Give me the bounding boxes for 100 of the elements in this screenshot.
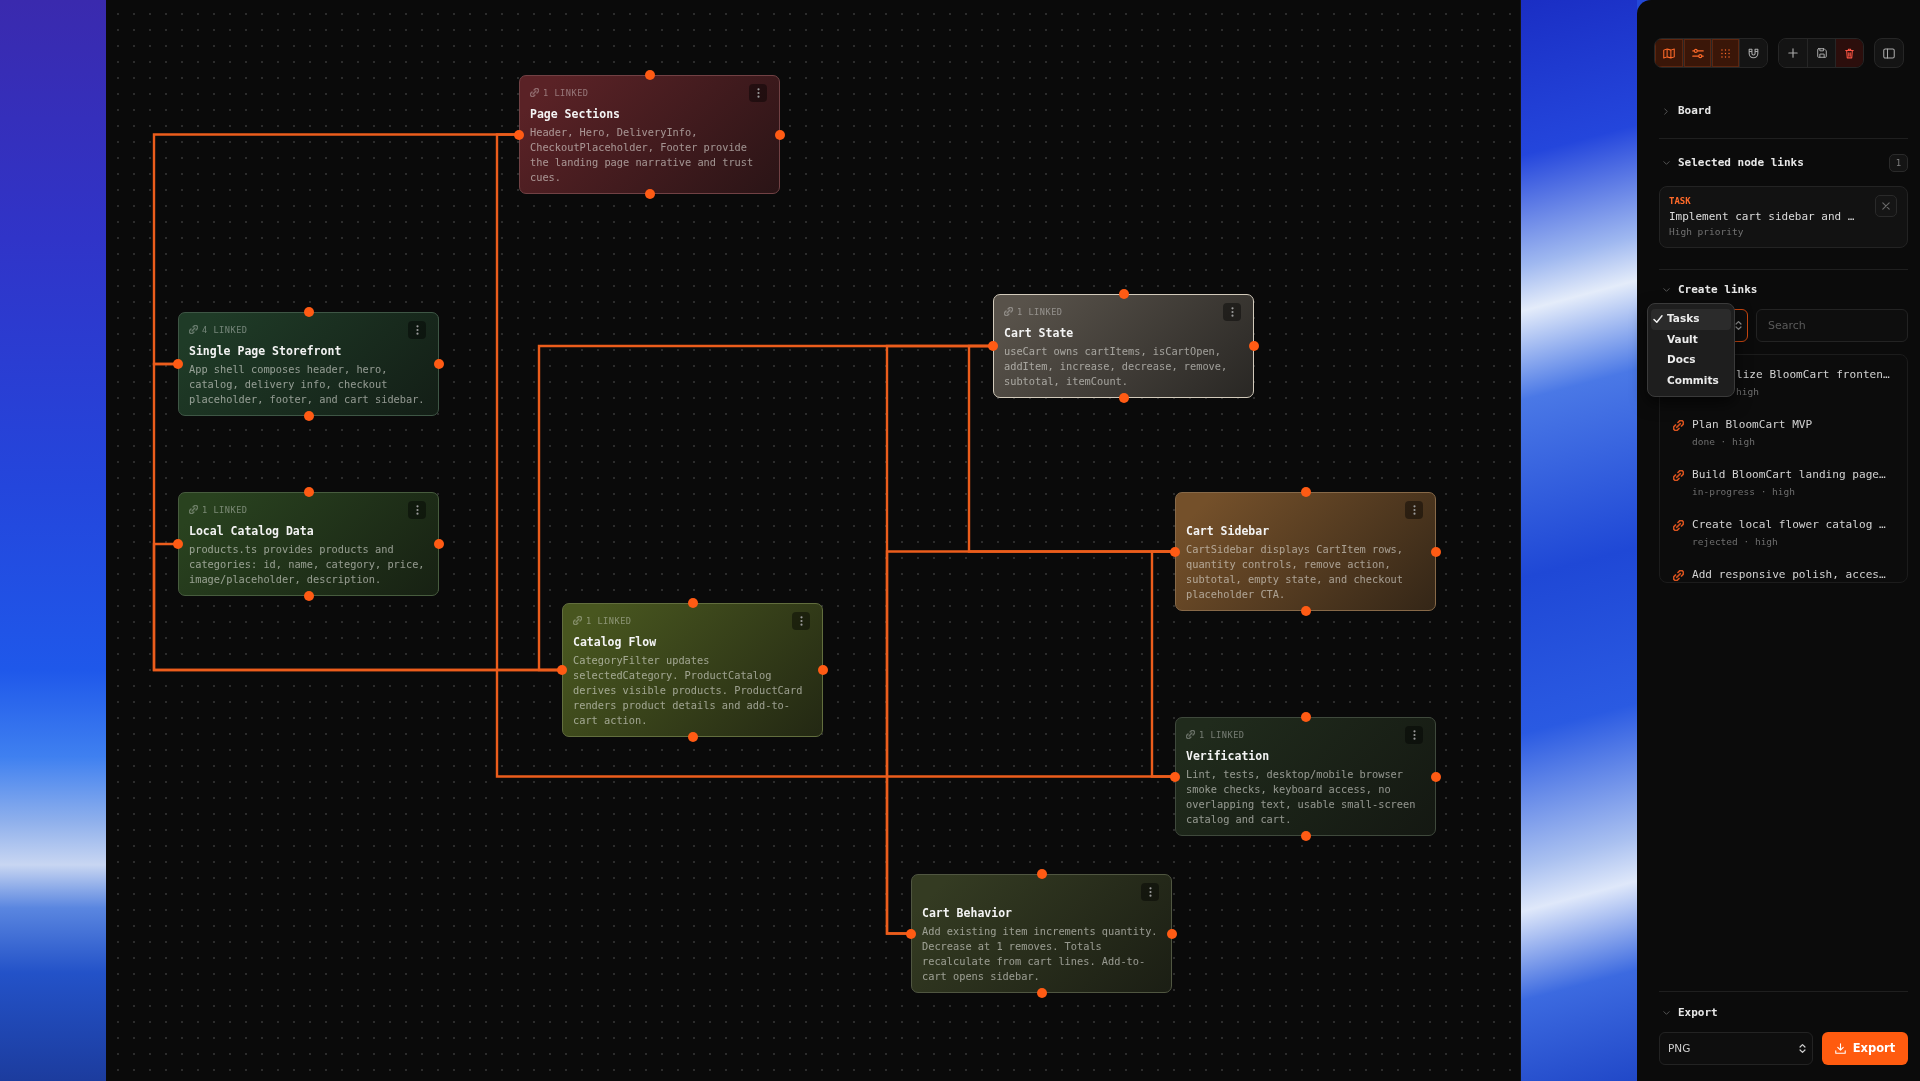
menu-option[interactable]: Commits: [1651, 370, 1731, 391]
result-link[interactable]: Plan BloomCart MVP: [1692, 417, 1813, 433]
result-meta: rejected · high: [1692, 535, 1779, 549]
link-icon: [1673, 520, 1684, 531]
section-header[interactable]: Selected node links: [1659, 153, 1804, 173]
handle-dot-icon[interactable]: [1036, 869, 1047, 879]
menu-option[interactable]: Tasks: [1651, 309, 1731, 330]
handle-dot-icon[interactable]: [514, 129, 524, 140]
node-title: Verification: [1186, 748, 1271, 764]
node-title: Page Sections: [530, 106, 621, 122]
node-menu-button[interactable]: [792, 612, 810, 630]
result-link[interactable]: Build BloomCart landing page…: [1692, 467, 1886, 483]
link-icon: [573, 616, 582, 626]
handle-dot-icon[interactable]: [1249, 341, 1259, 351]
more-icon: [799, 616, 803, 626]
close-icon: [1882, 202, 1890, 210]
linked-count: 1 LINKED: [586, 614, 632, 628]
menu-option[interactable]: Vault: [1651, 329, 1731, 350]
section-header[interactable]: Board: [1659, 101, 1712, 121]
link-icon: [530, 88, 539, 98]
more-icon: [756, 88, 760, 98]
handle-dot-icon[interactable]: [173, 359, 183, 369]
result-link[interactable]: Create local flower catalog …: [1692, 517, 1886, 533]
handle-dot-icon[interactable]: [1167, 928, 1177, 939]
linked-count: 1 LINKED: [543, 86, 589, 100]
handle-dot-icon[interactable]: [557, 665, 567, 675]
node-menu-button[interactable]: [408, 501, 426, 519]
more-icon: [1148, 887, 1152, 897]
handle-dot-icon[interactable]: [1300, 831, 1311, 841]
handle-dot-icon[interactable]: [1300, 712, 1311, 722]
more-icon: [415, 505, 419, 515]
handle-dot-icon[interactable]: [173, 539, 183, 549]
node-description: useCart owns cartItems, isCartOpen, addItem, increase, decrease, remove, subtotal, itemCount.: [1004, 344, 1229, 389]
grid-toggle-button[interactable]: [1711, 39, 1739, 67]
handle-dot-icon[interactable]: [818, 665, 828, 675]
link-icon: [1673, 570, 1684, 581]
node-title: Catalog Flow: [573, 634, 658, 650]
handle-dot-icon[interactable]: [1431, 546, 1441, 557]
handle-dot-icon[interactable]: [1036, 988, 1047, 998]
more-icon: [1412, 730, 1416, 740]
delete-button[interactable]: [1835, 39, 1863, 67]
sidebar-icon: [1883, 47, 1895, 59]
handle-dot-icon[interactable]: [1431, 771, 1441, 782]
node-description: Add existing item increments quantity. Decrease at 1 removes. Totals recalculate from cart lines. Add-to-cart opens sidebar.: [922, 924, 1159, 984]
handle-dot-icon[interactable]: [1300, 487, 1311, 497]
node-menu-button[interactable]: [1405, 726, 1423, 744]
updown-chevron-icon: [1799, 1043, 1806, 1054]
section-header[interactable]: Export: [1659, 1003, 1718, 1023]
sliders-icon: [1691, 47, 1704, 59]
linked-item-meta: High priority: [1669, 225, 1745, 239]
handle-dot-icon[interactable]: [1118, 393, 1129, 403]
node-title: Cart Behavior: [922, 905, 1013, 921]
check-icon: [1652, 315, 1663, 324]
menu-option[interactable]: Docs: [1651, 350, 1731, 371]
handle-dot-icon[interactable]: [644, 70, 655, 80]
map-toggle-button[interactable]: [1655, 39, 1683, 67]
result-link[interactable]: lize BloomCart fronten…: [1736, 367, 1890, 383]
handle-dot-icon[interactable]: [1118, 289, 1129, 299]
magnet-toggle-button[interactable]: [1739, 39, 1767, 67]
magnet-icon: [1748, 47, 1759, 59]
node-description: products.ts provides products and categories: id, name, category, price, image/placeholder, description.: [189, 542, 426, 587]
search-field[interactable]: Search: [1756, 309, 1908, 342]
linked-count: 1 LINKED: [1199, 728, 1245, 742]
sidebar-toggle-button[interactable]: [1874, 38, 1904, 68]
node-menu-button[interactable]: [749, 84, 767, 102]
result-meta: in-progress · high: [1692, 485, 1796, 499]
result-link[interactable]: Add responsive polish, acces…: [1692, 567, 1886, 582]
node-menu-button[interactable]: [1141, 883, 1159, 901]
handle-dot-icon[interactable]: [434, 359, 444, 369]
handle-dot-icon[interactable]: [303, 591, 314, 601]
remove-link-button[interactable]: [1875, 195, 1897, 217]
sliders-toggle-button[interactable]: [1683, 39, 1711, 67]
handle-dot-icon[interactable]: [644, 189, 655, 199]
node-title: Cart Sidebar: [1186, 523, 1271, 539]
count-badge: 1: [1889, 154, 1908, 172]
link-icon: [189, 325, 198, 335]
node-menu-button[interactable]: [1223, 303, 1241, 321]
map-icon: [1663, 47, 1675, 59]
handle-dot-icon[interactable]: [1170, 546, 1180, 557]
section-header[interactable]: Create links: [1659, 280, 1758, 300]
format-select[interactable]: PNG: [1659, 1032, 1813, 1065]
handle-dot-icon[interactable]: [434, 539, 444, 549]
handle-dot-icon[interactable]: [687, 598, 698, 608]
download-icon: [1834, 1043, 1846, 1054]
dot-grid-icon: [1721, 48, 1730, 58]
node-title: Single Page Storefront: [189, 343, 343, 359]
handle-dot-icon[interactable]: [906, 928, 916, 939]
handle-dot-icon[interactable]: [303, 487, 314, 497]
handle-dot-icon[interactable]: [303, 411, 314, 421]
handle-dot-icon[interactable]: [687, 732, 698, 742]
linked-count: 4 LINKED: [202, 323, 248, 337]
link-icon: [1673, 470, 1684, 481]
handle-dot-icon[interactable]: [775, 129, 785, 140]
handle-dot-icon[interactable]: [988, 341, 998, 351]
node-menu-button[interactable]: [408, 321, 426, 339]
node-menu-button[interactable]: [1405, 501, 1423, 519]
plus-icon: [1788, 48, 1798, 58]
handle-dot-icon[interactable]: [303, 307, 314, 317]
handle-dot-icon[interactable]: [1300, 606, 1311, 616]
handle-dot-icon[interactable]: [1170, 771, 1180, 782]
